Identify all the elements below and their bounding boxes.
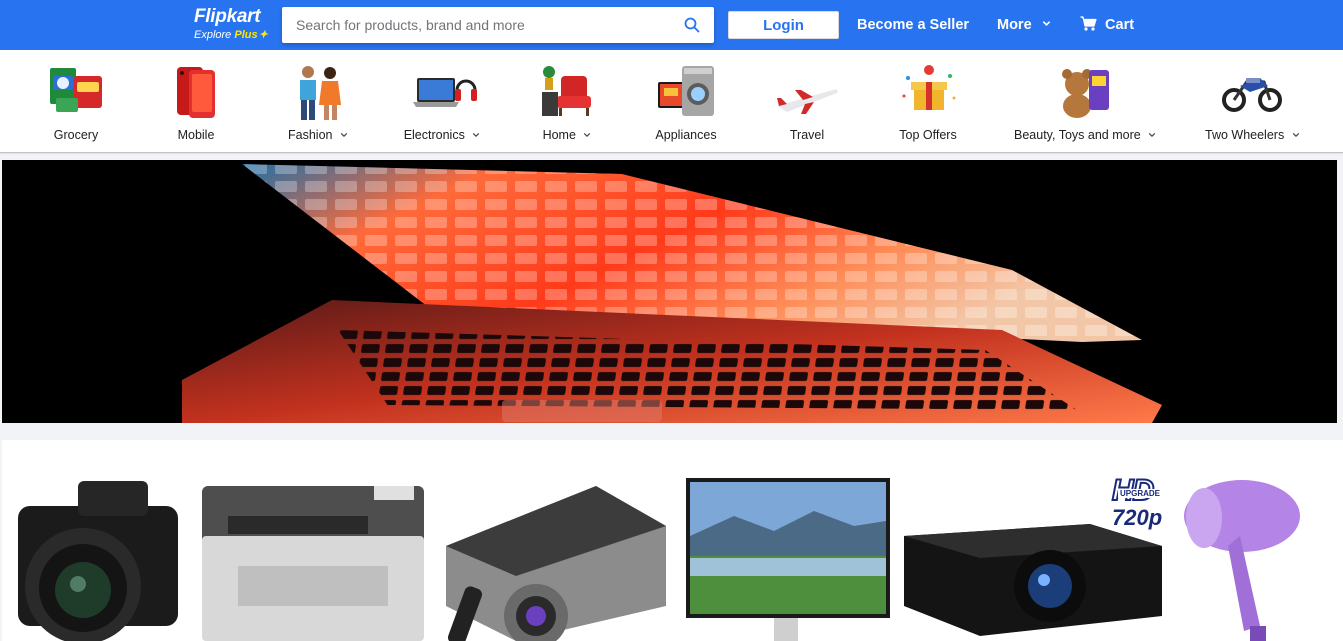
chevron-down-icon bbox=[584, 132, 591, 138]
mobile-icon bbox=[164, 62, 228, 124]
become-seller-label: Become a Seller bbox=[857, 17, 970, 33]
hair-dryer-image[interactable] bbox=[1180, 476, 1310, 641]
category-label: Beauty, Toys and more bbox=[1014, 124, 1156, 146]
search-icon[interactable] bbox=[684, 17, 700, 33]
travel-icon bbox=[775, 62, 839, 124]
projector-image[interactable] bbox=[436, 476, 676, 641]
more-label: More bbox=[997, 17, 1032, 33]
more-menu[interactable]: More bbox=[997, 0, 1051, 50]
category-label: Travel bbox=[789, 128, 825, 142]
top-offers-icon bbox=[896, 62, 960, 124]
category-label: Top Offers bbox=[899, 128, 957, 142]
category-label: Appliances bbox=[655, 128, 717, 142]
category-label: Home bbox=[538, 124, 596, 146]
home-label: Home bbox=[542, 128, 576, 142]
grocery-icon bbox=[44, 62, 108, 124]
two-wheelers-icon bbox=[1220, 62, 1284, 124]
laptop-keyboard-banner-image bbox=[2, 160, 1337, 423]
top-header: Flipkart Explore Plus✦ Login Become a Se… bbox=[0, 0, 1343, 50]
flipkart-logo[interactable]: Flipkart Explore Plus✦ bbox=[194, 7, 274, 43]
category-home[interactable]: Home bbox=[538, 62, 596, 150]
category-travel[interactable]: Travel bbox=[774, 62, 840, 150]
cart-link[interactable]: Cart bbox=[1080, 0, 1134, 50]
search-input[interactable] bbox=[296, 7, 676, 43]
cart-label: Cart bbox=[1105, 17, 1135, 33]
category-electronics[interactable]: Electronics bbox=[402, 62, 482, 150]
category-grocery[interactable]: Grocery bbox=[44, 62, 108, 150]
category-appliances[interactable]: Appliances bbox=[651, 62, 721, 150]
hd-upgrade-badge: HD UPGRADE 720p bbox=[1110, 475, 1172, 532]
fashion-icon bbox=[286, 62, 350, 124]
appliances-icon bbox=[654, 62, 718, 124]
product-strip: HD UPGRADE 720p bbox=[2, 440, 1343, 641]
beauty-toys-label: Beauty, Toys and more bbox=[1014, 128, 1141, 142]
fashion-label: Fashion bbox=[288, 128, 333, 142]
electronics-icon bbox=[407, 62, 477, 124]
login-button[interactable]: Login bbox=[728, 11, 839, 39]
category-top-offers[interactable]: Top Offers bbox=[893, 62, 963, 150]
cart-icon bbox=[1080, 16, 1097, 31]
badge-resolution-text: 720p bbox=[1112, 505, 1163, 530]
hero-banner[interactable] bbox=[2, 160, 1337, 423]
monitor-image[interactable] bbox=[684, 476, 892, 641]
category-beauty-toys[interactable]: Beauty, Toys and more bbox=[1014, 62, 1156, 150]
chevron-down-icon bbox=[1148, 132, 1156, 138]
category-mobile[interactable]: Mobile bbox=[164, 62, 228, 150]
beauty-toys-icon bbox=[1053, 62, 1117, 124]
logo-sub-plus: Plus bbox=[234, 29, 258, 41]
category-fashion[interactable]: Fashion bbox=[283, 62, 353, 150]
logo-text: Flipkart bbox=[194, 6, 261, 27]
two-wheelers-label: Two Wheelers bbox=[1205, 128, 1285, 142]
category-label: Fashion bbox=[283, 124, 353, 146]
category-label: Two Wheelers bbox=[1205, 124, 1299, 146]
category-label: Mobile bbox=[177, 128, 215, 142]
category-bar: Grocery Mobile Fashion Electronics Home … bbox=[0, 50, 1343, 153]
category-label: Electronics bbox=[402, 124, 482, 146]
logo-subtitle: Explore Plus✦ bbox=[194, 28, 274, 42]
chevron-down-icon bbox=[340, 132, 348, 138]
badge-upgrade-text: UPGRADE bbox=[1118, 489, 1163, 498]
printer-image[interactable] bbox=[198, 476, 430, 641]
logo-sub-explore: Explore bbox=[194, 29, 232, 41]
chevron-down-icon bbox=[1292, 132, 1299, 138]
plus-icon: ✦ bbox=[258, 29, 268, 41]
become-seller-link[interactable]: Become a Seller bbox=[857, 0, 969, 50]
chevron-down-icon bbox=[473, 132, 480, 138]
category-label: Grocery bbox=[53, 128, 99, 142]
electronics-label: Electronics bbox=[403, 128, 465, 142]
chevron-down-icon bbox=[1042, 21, 1050, 26]
search-bar bbox=[282, 7, 714, 43]
category-two-wheelers[interactable]: Two Wheelers bbox=[1205, 62, 1299, 150]
camera-image[interactable] bbox=[8, 476, 188, 641]
home-icon bbox=[539, 62, 595, 124]
